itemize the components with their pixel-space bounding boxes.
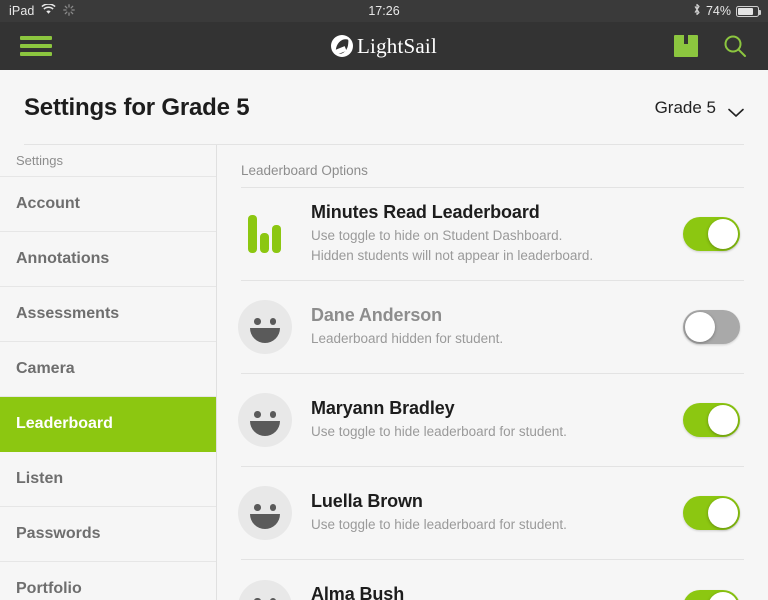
sidebar-item-label: Passwords: [16, 525, 101, 542]
row-text: Minutes Read Leaderboard Use toggle to h…: [311, 202, 661, 267]
leaderboard-toggle[interactable]: [683, 403, 740, 437]
row-title: Maryann Bradley: [311, 397, 455, 418]
sidebar-item-label: Leaderboard: [16, 415, 113, 432]
sidebar-heading: Settings: [0, 145, 216, 177]
leaderboard-toggle[interactable]: [683, 589, 740, 600]
sidebar-item-camera[interactable]: Camera: [0, 342, 216, 397]
navbar-actions: [674, 33, 748, 59]
brand-name: LightSail: [357, 33, 437, 58]
sidebar-item-annotations[interactable]: Annotations: [0, 232, 216, 287]
ios-status-bar: iPad 17:26 74%: [0, 0, 768, 22]
table-row[interactable]: Minutes Read Leaderboard Use toggle to h…: [241, 188, 744, 281]
content-area: Settings Account Annotations Assessments…: [0, 145, 768, 600]
search-icon[interactable]: [722, 33, 748, 59]
grade-selector[interactable]: Grade 5: [655, 98, 744, 118]
battery-percent: 74%: [705, 4, 731, 18]
row-text: Alma Bush Use toggle to hide leaderboard…: [311, 584, 661, 600]
leaderboard-settings-panel: Leaderboard Options Minutes Read Leaderb…: [217, 145, 768, 600]
sidebar-item-portfolio[interactable]: Portfolio: [0, 562, 216, 600]
page-title: Settings for Grade 5: [24, 93, 250, 121]
row-icon-slot: [241, 215, 289, 253]
sidebar-item-label: Portfolio: [16, 580, 82, 597]
status-bar-clock: 17:26: [368, 4, 400, 18]
lightsail-logo-icon: [331, 35, 354, 57]
smiley-avatar-icon: [238, 486, 292, 540]
table-row[interactable]: Alma Bush Use toggle to hide leaderboard…: [238, 560, 744, 600]
row-title: Minutes Read Leaderboard: [311, 201, 540, 222]
status-bar-right: 74%: [693, 3, 761, 19]
sidebar-item-label: Annotations: [16, 250, 110, 267]
row-icon-slot: [238, 300, 292, 354]
smiley-avatar-icon: [238, 579, 292, 600]
battery-icon: [736, 5, 761, 17]
bar-chart-icon: [248, 215, 282, 253]
chevron-down-icon: [728, 103, 744, 117]
device-name: iPad: [9, 4, 35, 18]
sidebar-item-label: Listen: [16, 470, 64, 487]
app-navbar: LightSail: [0, 22, 768, 70]
row-title: Luella Brown: [311, 490, 423, 511]
settings-sidebar: Settings Account Annotations Assessments…: [0, 145, 217, 600]
row-text: Luella Brown Use toggle to hide leaderbo…: [311, 491, 661, 535]
smiley-avatar-icon: [238, 300, 292, 354]
sidebar-item-account[interactable]: Account: [0, 177, 216, 232]
sidebar-item-leaderboard[interactable]: Leaderboard: [0, 397, 216, 452]
table-row[interactable]: Dane Anderson Leaderboard hidden for stu…: [238, 281, 744, 374]
sidebar-item-passwords[interactable]: Passwords: [0, 507, 216, 562]
row-text: Maryann Bradley Use toggle to hide leade…: [311, 398, 661, 442]
wifi-icon: [41, 3, 57, 18]
table-row[interactable]: Luella Brown Use toggle to hide leaderbo…: [238, 467, 744, 560]
row-icon-slot: [238, 579, 292, 600]
page-header: Settings for Grade 5 Grade 5: [0, 70, 768, 145]
grade-selector-value: Grade 5: [654, 97, 716, 117]
sidebar-item-label: Camera: [16, 360, 75, 377]
section-label: Leaderboard Options: [241, 162, 368, 178]
smiley-avatar-icon: [238, 393, 292, 447]
row-subtitle-line1: Use toggle to hide leaderboard for stude…: [311, 516, 567, 532]
toggle-knob: [708, 405, 738, 435]
leaderboard-toggle[interactable]: [683, 310, 740, 344]
sidebar-item-assessments[interactable]: Assessments: [0, 287, 216, 342]
leaderboard-toggle[interactable]: [683, 217, 740, 251]
sidebar-item-label: Account: [16, 195, 80, 212]
app-brand: LightSail: [0, 34, 768, 59]
row-subtitle-line1: Use toggle to hide leaderboard for stude…: [311, 423, 567, 439]
row-title: Alma Bush: [311, 584, 405, 600]
row-title: Dane Anderson: [311, 304, 443, 325]
hamburger-menu-icon[interactable]: [20, 36, 52, 56]
bluetooth-icon: [693, 3, 701, 19]
sidebar-item-listen[interactable]: Listen: [0, 452, 216, 507]
row-subtitle-line2: Hidden students will not appear in leade…: [311, 248, 594, 263]
row-icon-slot: [238, 486, 292, 540]
header-divider: [24, 144, 744, 145]
status-bar-left: iPad: [9, 3, 76, 19]
sidebar-item-label: Assessments: [16, 305, 120, 322]
toggle-knob: [685, 312, 715, 342]
table-row[interactable]: Maryann Bradley Use toggle to hide leade…: [238, 374, 744, 467]
sync-spinner-icon: [63, 3, 76, 19]
toggle-knob: [708, 591, 738, 600]
leaderboard-toggle[interactable]: [683, 496, 740, 530]
row-icon-slot: [238, 393, 292, 447]
row-subtitle-line1: Use toggle to hide on Student Dashboard.: [311, 227, 563, 243]
toggle-knob: [708, 498, 738, 528]
book-icon[interactable]: [674, 35, 698, 57]
toggle-knob: [708, 219, 738, 249]
row-subtitle-line1: Leaderboard hidden for student.: [311, 330, 504, 346]
row-text: Dane Anderson Leaderboard hidden for stu…: [311, 305, 661, 349]
